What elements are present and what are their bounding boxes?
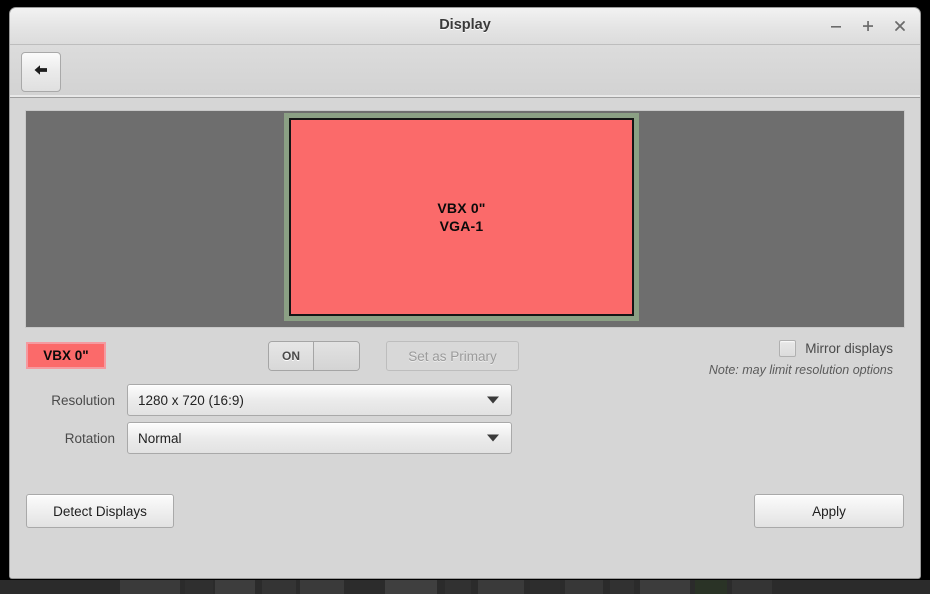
displays-preview-canvas[interactable]: VBX 0" VGA-1	[25, 110, 905, 328]
resolution-label: Resolution	[51, 392, 115, 408]
monitor-output-label: VGA-1	[439, 217, 484, 234]
mirror-displays-group: Mirror displays Note: may limit resoluti…	[709, 340, 893, 377]
display-power-toggle[interactable]: ON	[268, 341, 360, 371]
window-controls	[828, 8, 908, 43]
rotation-label: Rotation	[64, 430, 115, 446]
dialog-footer: Detect Displays Apply	[10, 494, 920, 534]
resolution-row: Resolution 1280 x 720 (16:9)	[10, 384, 512, 416]
display-chip[interactable]: VBX 0"	[26, 342, 106, 369]
mirror-displays-checkbox[interactable]	[779, 340, 797, 357]
resolution-select[interactable]: 1280 x 720 (16:9)	[127, 384, 512, 416]
toggle-knob[interactable]	[314, 342, 359, 370]
display-controls-row: VBX 0" ON Set as Primary Mirror displays…	[10, 336, 920, 382]
window-content: VBX 0" VGA-1 VBX 0" ON Set as Primary Mi…	[10, 98, 920, 578]
rotation-select[interactable]: Normal	[127, 422, 512, 454]
window-title: Display	[439, 17, 491, 33]
monitor-screen: VBX 0" VGA-1	[289, 118, 634, 316]
mirror-displays-checkbox-row[interactable]: Mirror displays	[709, 340, 893, 357]
apply-button[interactable]: Apply	[754, 494, 904, 528]
mirror-displays-label: Mirror displays	[805, 341, 893, 356]
rotation-value: Normal	[138, 430, 182, 446]
back-arrow-icon	[32, 62, 50, 83]
monitor-tile-vga-1[interactable]: VBX 0" VGA-1	[284, 113, 639, 321]
monitor-name-label: VBX 0"	[437, 199, 486, 216]
set-as-primary-button[interactable]: Set as Primary	[386, 341, 519, 371]
back-button[interactable]	[21, 52, 61, 92]
close-icon[interactable]	[892, 18, 908, 34]
maximize-icon[interactable]	[860, 18, 876, 34]
window-toolbar	[10, 45, 920, 98]
chevron-down-icon	[487, 396, 499, 404]
minimize-icon[interactable]	[828, 18, 844, 34]
toggle-on-label: ON	[269, 342, 314, 370]
display-settings-window: Display VBX 0" VGA-1 VBX 0" ON Set as Pr…	[10, 8, 920, 578]
resolution-value: 1280 x 720 (16:9)	[138, 392, 244, 408]
rotation-row: Rotation Normal	[10, 422, 512, 454]
desktop-taskbar-strip	[0, 580, 930, 594]
detect-displays-button[interactable]: Detect Displays	[26, 494, 174, 528]
chevron-down-icon	[487, 434, 499, 442]
window-titlebar[interactable]: Display	[10, 8, 920, 45]
mirror-displays-note: Note: may limit resolution options	[708, 363, 893, 377]
